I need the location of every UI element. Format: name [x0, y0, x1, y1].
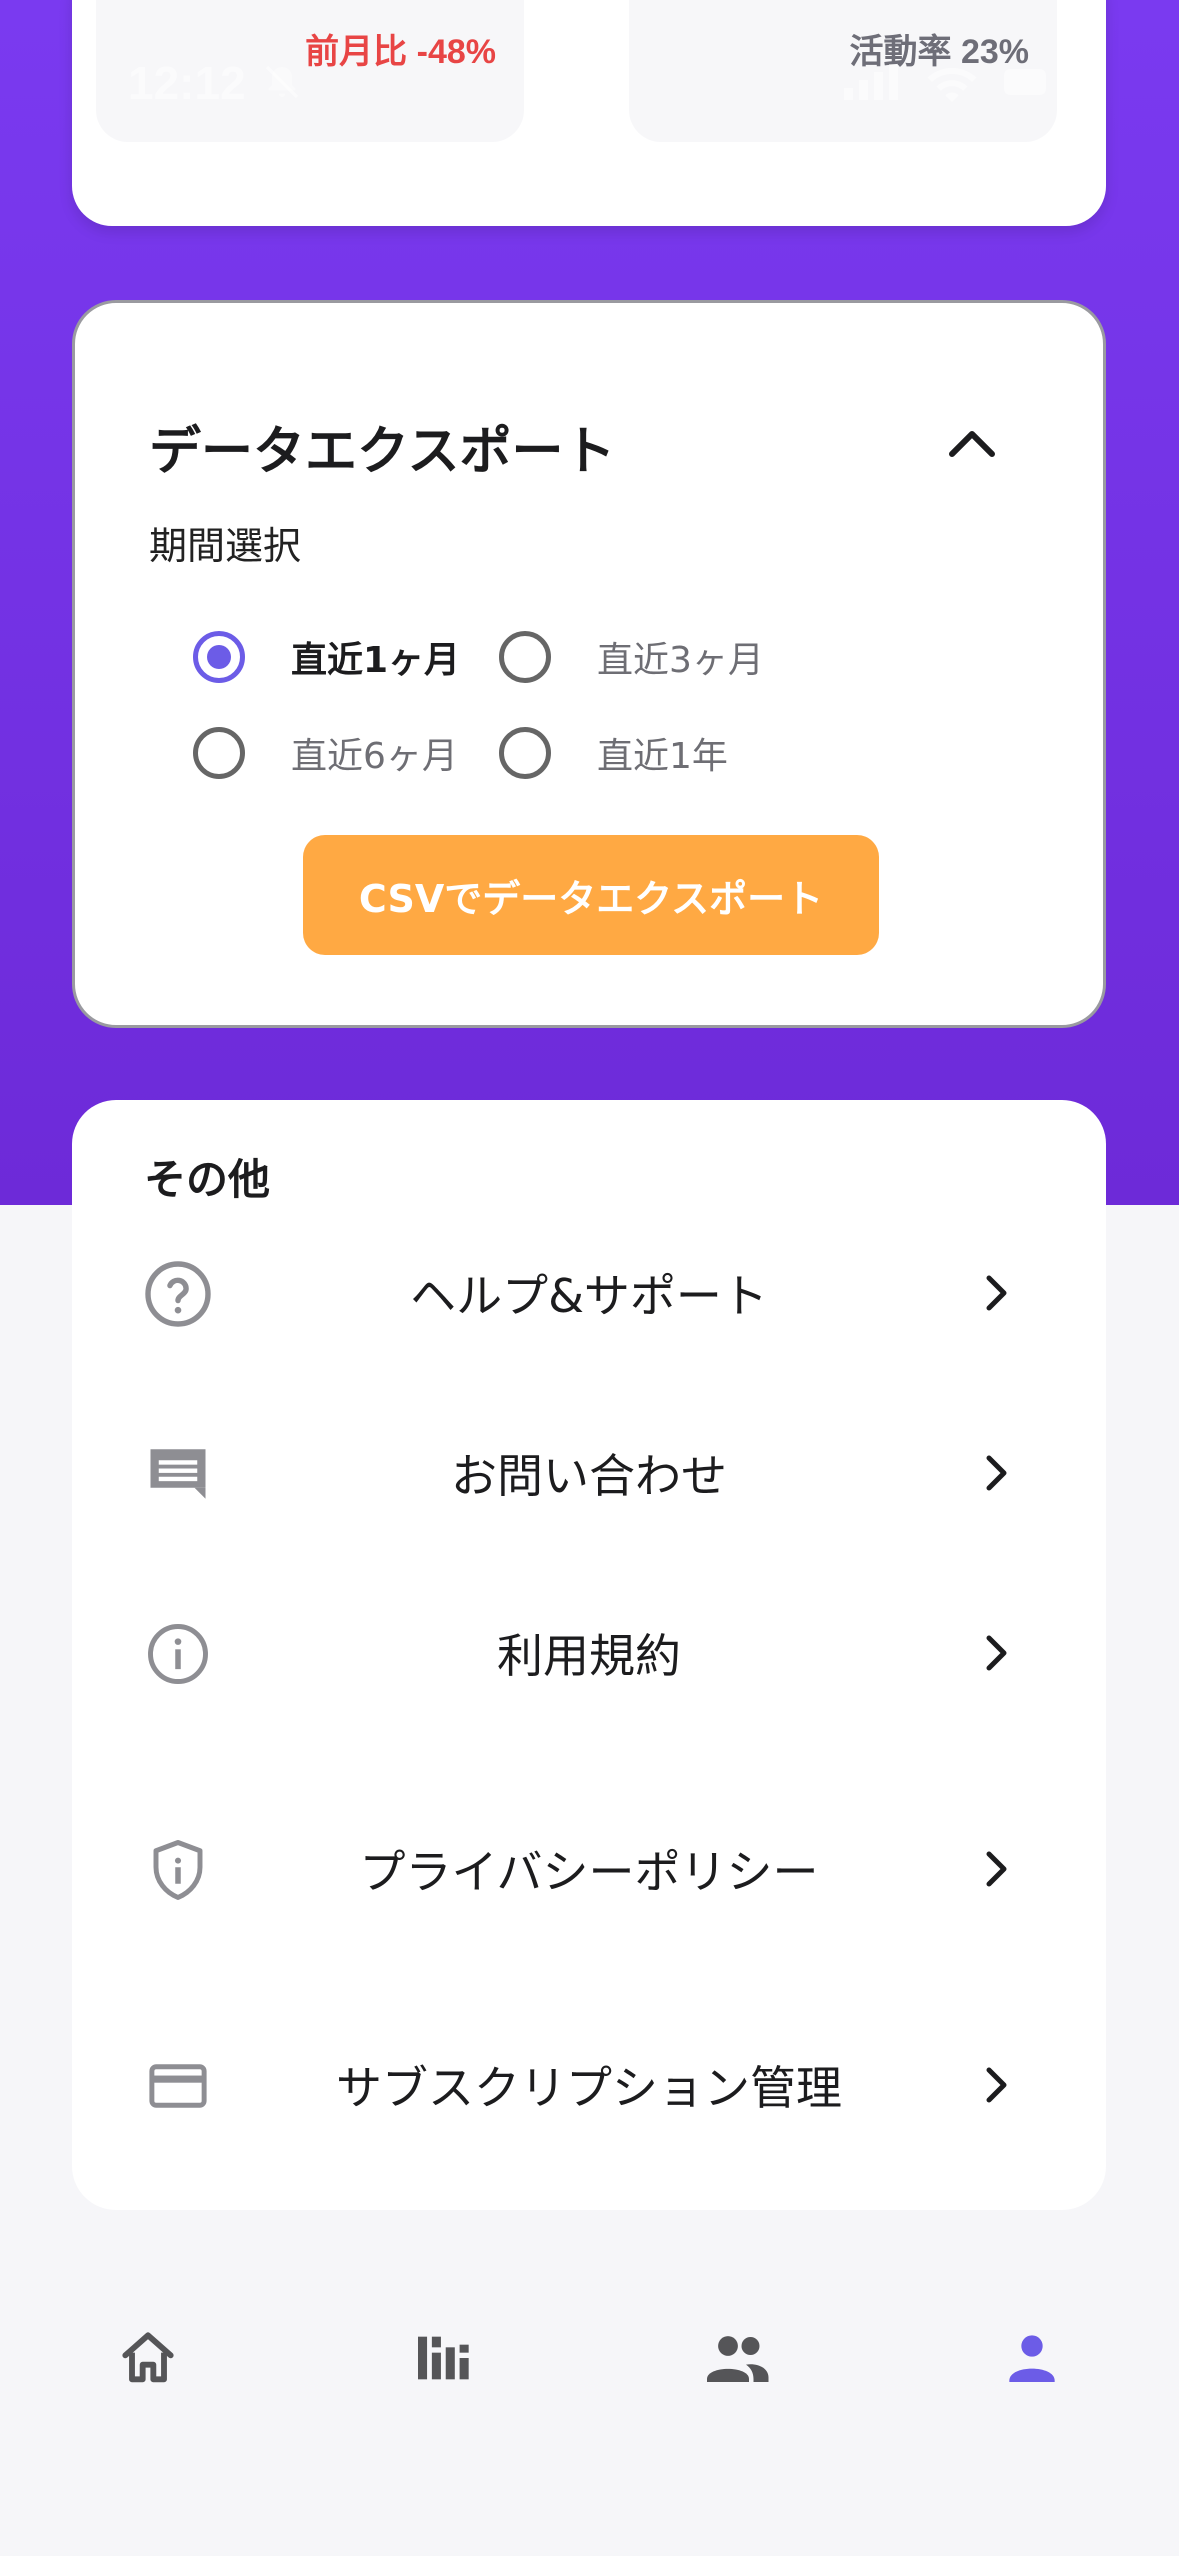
radio-label: 直近6ヶ月	[291, 736, 458, 777]
people-icon	[701, 2322, 773, 2398]
menu-item-subscription[interactable]: サブスクリプション管理	[72, 2010, 1106, 2160]
menu-item-contact[interactable]: お問い合わせ	[72, 1398, 1106, 1548]
radio-unchecked[interactable]	[193, 727, 245, 779]
nav-people[interactable]	[697, 2320, 777, 2400]
radio-label: 直近1年	[597, 736, 728, 777]
month-change-text: 前月比 -48%	[305, 33, 496, 71]
nav-profile[interactable]	[992, 2320, 1072, 2400]
menu-item-label: 利用規約	[497, 1629, 681, 1683]
radio-unchecked[interactable]	[499, 631, 551, 683]
stats-card: 前月比 -48% 活動率 23%	[72, 0, 1106, 226]
chevron-right-icon	[972, 1844, 1022, 1894]
stat-tile-change: 前月比 -48%	[96, 0, 524, 142]
radio-unchecked[interactable]	[499, 727, 551, 779]
radio-3-months[interactable]: 直近3ヶ月	[499, 625, 764, 689]
activity-rate-text: 活動率 23%	[849, 33, 1030, 71]
export-title: データエクスポート	[149, 422, 616, 482]
chevron-right-icon	[972, 1268, 1022, 1318]
other-title: その他	[144, 1155, 271, 1204]
other-card: その他 ヘルプ&サポート お問い合わせ 利用規約 プライバシーポリシー サブスク…	[72, 1100, 1106, 2210]
bottom-nav	[0, 2260, 1179, 2460]
radio-label: 直近1ヶ月	[291, 640, 461, 681]
radio-checked[interactable]	[193, 631, 245, 683]
stat-tile-activity: 活動率 23%	[629, 0, 1057, 142]
radio-6-months[interactable]: 直近6ヶ月	[193, 721, 458, 785]
home-icon	[116, 2326, 180, 2394]
bar-chart-icon	[410, 2326, 474, 2394]
menu-item-label: ヘルプ&サポート	[410, 1269, 768, 1323]
menu-item-label: プライバシーポリシー	[359, 1845, 819, 1899]
menu-item-terms[interactable]: 利用規約	[72, 1578, 1106, 1728]
menu-item-label: サブスクリプション管理	[336, 2061, 842, 2115]
radio-1-month[interactable]: 直近1ヶ月	[193, 625, 460, 689]
person-icon	[1000, 2326, 1064, 2394]
menu-item-privacy[interactable]: プライバシーポリシー	[72, 1794, 1106, 1944]
chevron-up-icon[interactable]	[937, 413, 1007, 473]
menu-item-help[interactable]: ヘルプ&サポート	[72, 1218, 1106, 1368]
period-label: 期間選択	[149, 524, 302, 568]
nav-home[interactable]	[108, 2320, 188, 2400]
radio-1-year[interactable]: 直近1年	[499, 721, 728, 785]
csv-export-button[interactable]: CSVでデータエクスポート	[303, 835, 879, 955]
chevron-right-icon	[972, 1448, 1022, 1498]
chevron-right-icon	[972, 2060, 1022, 2110]
chevron-right-icon	[972, 1628, 1022, 1678]
nav-stats[interactable]	[402, 2320, 482, 2400]
radio-label: 直近3ヶ月	[597, 640, 764, 681]
export-card: データエクスポート 期間選択 直近1ヶ月 直近3ヶ月 直近6ヶ月 直近1年 CS…	[72, 300, 1106, 1028]
menu-item-label: お問い合わせ	[451, 1449, 727, 1503]
